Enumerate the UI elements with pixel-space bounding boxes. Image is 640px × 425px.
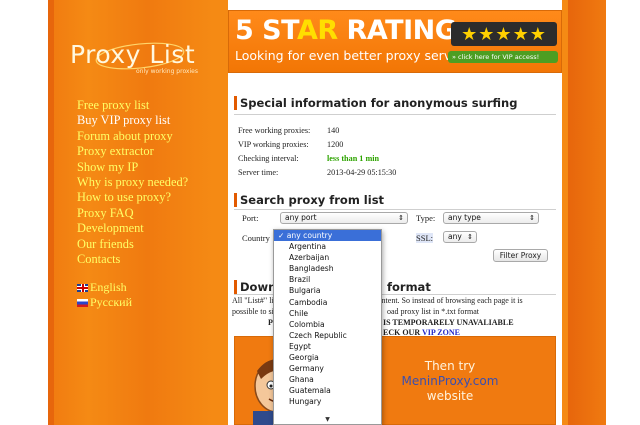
country-option[interactable]: Azerbaijan	[274, 252, 381, 263]
sidebar-nav-item[interactable]: Show my IP	[77, 160, 188, 175]
country-dropdown-list[interactable]: ✓ any country Argentina Azerbaijan Banglad…	[273, 229, 382, 425]
vip-access-button[interactable]: » click here for VIP access!	[448, 51, 558, 63]
sidebar-nav-item[interactable]: Free proxy list	[77, 98, 188, 113]
page-right-strip	[568, 0, 606, 425]
unavailable-notice-right: IS TEMPORARELY UNAVALIABLE	[383, 318, 514, 327]
country-option[interactable]: Bulgaria	[274, 285, 381, 296]
select-arrows-icon: ⇕	[398, 214, 404, 222]
country-option[interactable]: Egypt	[274, 341, 381, 352]
uk-flag-icon	[77, 283, 88, 292]
select-arrows-icon: ⇕	[467, 233, 473, 241]
sidebar-nav-item[interactable]: Why is proxy needed?	[77, 175, 188, 190]
five-stars-icon: ★★★★★	[451, 22, 557, 46]
banner-title: 5 STAR RATING	[235, 15, 457, 46]
type-label: Type:	[416, 213, 436, 223]
logo-tagline: only working proxies	[136, 68, 198, 75]
sidebar-nav-item[interactable]: Development	[77, 221, 188, 236]
search-section-heading: Search proxy from list	[234, 193, 384, 207]
scroll-down-arrow-icon[interactable]: ▼	[274, 416, 381, 423]
ssl-label: SSL:	[416, 233, 434, 243]
select-arrows-icon: ⇕	[529, 214, 535, 222]
info-row: Server time: 2013-04-29 05:15:30	[238, 168, 397, 177]
ad-text: Then try MeninProxy.com website	[401, 359, 499, 403]
russia-flag-icon	[77, 298, 88, 307]
lang-english-link[interactable]: English	[77, 280, 132, 295]
filter-proxy-button[interactable]: Filter Proxy	[493, 249, 548, 262]
country-option[interactable]: Czech Republic	[274, 330, 381, 341]
country-label: Country	[242, 233, 270, 243]
section-divider	[234, 114, 556, 115]
country-option[interactable]: Brazil	[274, 274, 381, 285]
port-label: Port:	[242, 213, 259, 223]
sidebar-nav-item[interactable]: How to use proxy?	[77, 190, 188, 205]
sidebar-nav-item[interactable]: Forum about proxy	[77, 129, 188, 144]
info-row: Free working proxies: 140	[238, 126, 340, 135]
country-option[interactable]: Georgia	[274, 352, 381, 363]
ssl-select[interactable]: any ⇕	[443, 231, 477, 243]
country-option[interactable]: Hungary	[274, 396, 381, 407]
info-table: Free working proxies: 140 VIP working pro…	[238, 126, 396, 182]
country-option[interactable]: Chile	[274, 308, 381, 319]
info-row: Checking interval: less than 1 min	[238, 154, 396, 168]
country-option[interactable]: Colombia	[274, 319, 381, 330]
sidebar-nav-item[interactable]: Proxy extractor	[77, 144, 188, 159]
country-option[interactable]: Cambodia	[274, 297, 381, 308]
banner-subtitle: Looking for even better proxy servers?	[235, 48, 478, 63]
sidebar-nav-item[interactable]: Our friends	[77, 237, 188, 252]
country-option[interactable]: Bangladesh	[274, 263, 381, 274]
port-select[interactable]: any port ⇕	[280, 212, 408, 224]
info-section-heading: Special information for anonymous surfin…	[234, 96, 517, 110]
language-switcher: English Русский	[77, 280, 132, 310]
sidebar-nav-item[interactable]: Buy VIP proxy list	[77, 113, 188, 128]
page-left-edge	[48, 0, 54, 425]
country-option[interactable]: Argentina	[274, 241, 381, 252]
sidebar-nav-item[interactable]: Proxy FAQ	[77, 206, 188, 221]
checking-interval-value: less than 1 min	[327, 154, 380, 163]
country-option[interactable]: Ghana	[274, 374, 381, 385]
info-row: VIP working proxies: 1200	[238, 140, 344, 149]
section-divider	[234, 209, 556, 210]
type-select[interactable]: any type ⇕	[443, 212, 539, 224]
site-logo[interactable]: Proxy List	[70, 40, 195, 69]
country-option[interactable]: Guatemala	[274, 385, 381, 396]
sidebar-nav: Free proxy list Buy VIP proxy list Forum a…	[77, 98, 188, 267]
country-option-selected[interactable]: ✓ any country	[274, 230, 381, 242]
sidebar-nav-item[interactable]: Contacts	[77, 252, 188, 267]
vip-banner[interactable]: 5 STAR RATING ★★★★★ Looking for even bet…	[228, 10, 562, 73]
country-option[interactable]: Germany	[274, 363, 381, 374]
lang-russian-link[interactable]: Русский	[77, 295, 132, 310]
